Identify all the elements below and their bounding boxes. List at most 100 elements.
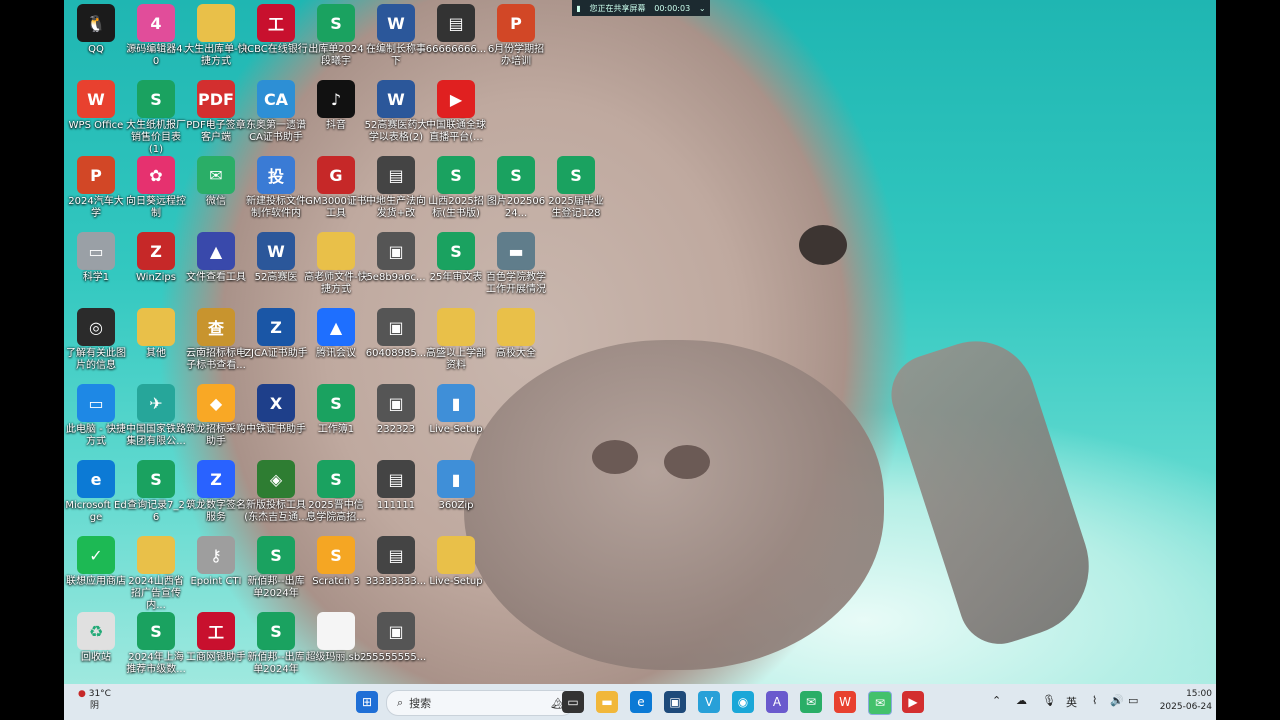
desktop-icon[interactable]: ♪ 抖音 bbox=[304, 78, 368, 152]
desktop-icon[interactable]: ◎ 了解有关此图片的信息 bbox=[64, 306, 128, 380]
browser-icon[interactable]: ◉ bbox=[732, 691, 754, 713]
desktop-icon[interactable]: ✈ 中国国家铁路集团有限公... bbox=[124, 382, 188, 456]
desktop-icon[interactable]: Live-Setup bbox=[424, 534, 488, 608]
desktop-icon[interactable]: W WPS Office bbox=[64, 78, 128, 152]
desktop-icon-label: 百色学院教学工作开展情况 bbox=[486, 272, 546, 295]
desktop-icon[interactable]: ◆ 筑龙招标采购助手 bbox=[184, 382, 248, 456]
desktop-icon[interactable]: ▭ 此电脑 - 快捷方式 bbox=[64, 382, 128, 456]
app-v-icon[interactable]: V bbox=[698, 691, 720, 713]
desktop-icon[interactable]: 超级玛丽.sb2 bbox=[304, 610, 368, 684]
wechat-active-icon[interactable]: ✉ bbox=[868, 691, 892, 715]
desktop-icon[interactable]: S 新佰邦--出库单2024年 bbox=[244, 534, 308, 608]
desktop-icon[interactable]: W 在编制长称事下 bbox=[364, 2, 428, 76]
desktop-icon[interactable]: P 6月份学期招办培训 bbox=[484, 2, 548, 76]
desktop-icon[interactable]: ✿ 向日葵远程控制 bbox=[124, 154, 188, 228]
desktop-icon[interactable]: G GM3000证书工具 bbox=[304, 154, 368, 228]
desktop-icon[interactable]: ◈ 新版投标工具(东杰吉互通... bbox=[244, 458, 308, 532]
desktop-icon[interactable]: 2024山西省招广告宣传内... bbox=[124, 534, 188, 611]
chevron-down-icon[interactable]: ⌄ bbox=[699, 4, 706, 13]
desktop-icon[interactable]: ▤ 中地生产法向发货+改 bbox=[364, 154, 428, 228]
desktop-icon[interactable]: S 新佰邦--出库单2024年 bbox=[244, 610, 308, 684]
desktop-icon[interactable]: ▣ 232323 bbox=[364, 382, 428, 456]
desktop-icon-label: 中地生产法向发货+改 bbox=[366, 196, 426, 219]
microphone-icon[interactable]: 🎙 bbox=[1042, 694, 1056, 707]
wifi-icon[interactable]: ⌇ bbox=[1092, 694, 1097, 707]
desktop-icon[interactable]: 查云南招标标电子标书查看... bbox=[184, 306, 248, 380]
weather-widget[interactable]: ● 31°C 阴 bbox=[78, 688, 111, 712]
desktop-icon[interactable]: W 52高赛医药大学以表格(2) bbox=[364, 78, 428, 152]
desktop-icon[interactable]: ▣ 60408985... bbox=[364, 306, 428, 380]
app-a-icon[interactable]: A bbox=[766, 691, 788, 713]
desktop-icon[interactable]: 🐧 QQ bbox=[64, 2, 128, 76]
desktop-icon[interactable]: X 中铁证书助手 bbox=[244, 382, 308, 456]
desktop-icon[interactable]: ✓ 联想应用商店 bbox=[64, 534, 128, 608]
desktop-icon[interactable]: S 大生纸机报厂销售价目表(1) bbox=[124, 78, 188, 155]
desktop-icon[interactable]: S 工作簿1 bbox=[304, 382, 368, 456]
desktop-icon[interactable]: S 山西2025招标(生书版) bbox=[424, 154, 488, 228]
desktop-icon[interactable]: ▶ 中国联通全球直播平台(... bbox=[424, 78, 488, 152]
desktop-icon[interactable]: ▭ 科学1 bbox=[64, 230, 128, 304]
desktop-icon-label: 55555555... bbox=[365, 652, 427, 663]
desktop-icon[interactable]: ▮ 360Zip bbox=[424, 458, 488, 532]
desktop-icon[interactable]: W 52高赛医 bbox=[244, 230, 308, 304]
desktop-icon[interactable]: ▤ 66666666... bbox=[424, 2, 488, 76]
desktop-icon[interactable]: 工 ICBC在线银行 bbox=[244, 2, 308, 76]
desktop-icon[interactable]: ▲ 腾讯会议 bbox=[304, 306, 368, 380]
task-view-icon[interactable]: ▭ bbox=[562, 691, 584, 713]
desktop-icon[interactable]: ▬ 百色学院教学工作开展情况 bbox=[484, 230, 548, 304]
file-explorer-icon[interactable]: ▬ bbox=[596, 691, 618, 713]
desktop-icon-label: ZJCA证书助手 bbox=[244, 348, 308, 359]
taskbar-clock[interactable]: 15:00 2025-06-24 bbox=[1132, 688, 1212, 714]
desktop-icon[interactable]: S 2024年上海推荐市级数... bbox=[124, 610, 188, 684]
store-icon[interactable]: ▣ bbox=[664, 691, 686, 713]
ime-indicator[interactable]: 英 bbox=[1066, 694, 1077, 710]
desktop-icon[interactable]: ✉ 微信 bbox=[184, 154, 248, 228]
desktop-icon[interactable]: S 2025晋中信息学院高招... bbox=[304, 458, 368, 532]
icbc-icon: 工 bbox=[197, 612, 235, 650]
desktop-icon[interactable]: 工工商网银助手 bbox=[184, 610, 248, 684]
desktop-icon[interactable]: ▤ 33333333... bbox=[364, 534, 428, 608]
desktop-icon-label: 回收站 bbox=[81, 652, 111, 663]
screen-share-bar[interactable]: ▮ 您正在共享屏幕 00:00:03 ⌄ bbox=[572, 0, 710, 16]
desktop-icon[interactable]: ▲ 文件查看工具 bbox=[184, 230, 248, 304]
volume-icon[interactable]: 🔊 bbox=[1110, 694, 1124, 707]
desktop-icon[interactable]: e Microsoft Edge bbox=[64, 458, 128, 532]
desktop-icon[interactable]: ▮ Live-Setup bbox=[424, 382, 488, 456]
desktop-icon[interactable]: Z 筑龙数字签名服务 bbox=[184, 458, 248, 532]
desktop-icon[interactable]: 高老师文件-快捷方式 bbox=[304, 230, 368, 304]
desktop-icon[interactable]: S 出库单2024 段曦宇 bbox=[304, 2, 368, 76]
live-taskbar-icon[interactable]: ▶ bbox=[902, 691, 924, 713]
desktop-icon[interactable]: P 2024汽车大学 bbox=[64, 154, 128, 228]
desktop-icon[interactable]: 大生出库单-快捷方式 bbox=[184, 2, 248, 76]
desktop-icon[interactable]: S 图片20250624... bbox=[484, 154, 548, 228]
chevron-up-icon[interactable]: ⌃ bbox=[992, 694, 1001, 707]
start-button[interactable]: ⊞ bbox=[356, 691, 378, 713]
desktop-icon[interactable]: 投新建投标文件制作软件内 bbox=[244, 154, 308, 228]
desktop-icon[interactable]: S 2025届毕业生登记128 bbox=[544, 154, 608, 228]
app-icon: ▭ bbox=[77, 232, 115, 270]
desktop-icon[interactable]: Z WinZips bbox=[124, 230, 188, 304]
desktop-icon[interactable]: ▤ 111111 bbox=[364, 458, 428, 532]
desktop-icon[interactable]: PDF PDF电子签章客户端 bbox=[184, 78, 248, 152]
sheet-icon: S bbox=[257, 536, 295, 574]
desktop-icon[interactable]: ⚷ Epoint CTI bbox=[184, 534, 248, 608]
desktop-icon[interactable]: ♻ 回收站 bbox=[64, 610, 128, 684]
word-icon: W bbox=[377, 4, 415, 42]
desktop-icon[interactable]: 高盛以上学部资料 bbox=[424, 306, 488, 380]
edge-icon[interactable]: e bbox=[630, 691, 652, 713]
desktop-icon[interactable]: 4 源码编辑器4.0 bbox=[124, 2, 188, 76]
desktop-icon[interactable]: ▣ 5e8b9a6c... bbox=[364, 230, 428, 304]
desktop-icon[interactable]: S 25年审文表 bbox=[424, 230, 488, 304]
cloud-icon[interactable]: ☁ bbox=[1016, 694, 1027, 707]
desktop-icon[interactable]: 高校大全 bbox=[484, 306, 548, 380]
desktop-icon-label: 查询记录7_26 bbox=[127, 500, 185, 523]
desktop-icon[interactable]: 其他 bbox=[124, 306, 188, 380]
wechat-taskbar-icon[interactable]: ✉ bbox=[800, 691, 822, 713]
desktop-icon[interactable]: S 查询记录7_26 bbox=[124, 458, 188, 532]
desktop-icon[interactable]: CA 东奥第一遗谱CA证书助手 bbox=[244, 78, 308, 152]
wps-taskbar-icon[interactable]: W bbox=[834, 691, 856, 713]
desktop-icon[interactable]: ▣ 55555555... bbox=[364, 610, 428, 684]
desktop-icon[interactable]: Z ZJCA证书助手 bbox=[244, 306, 308, 380]
taskbar-search[interactable]: ⌕ 搜索 🏔 bbox=[386, 690, 574, 716]
desktop-icon[interactable]: S Scratch 3 bbox=[304, 534, 368, 608]
